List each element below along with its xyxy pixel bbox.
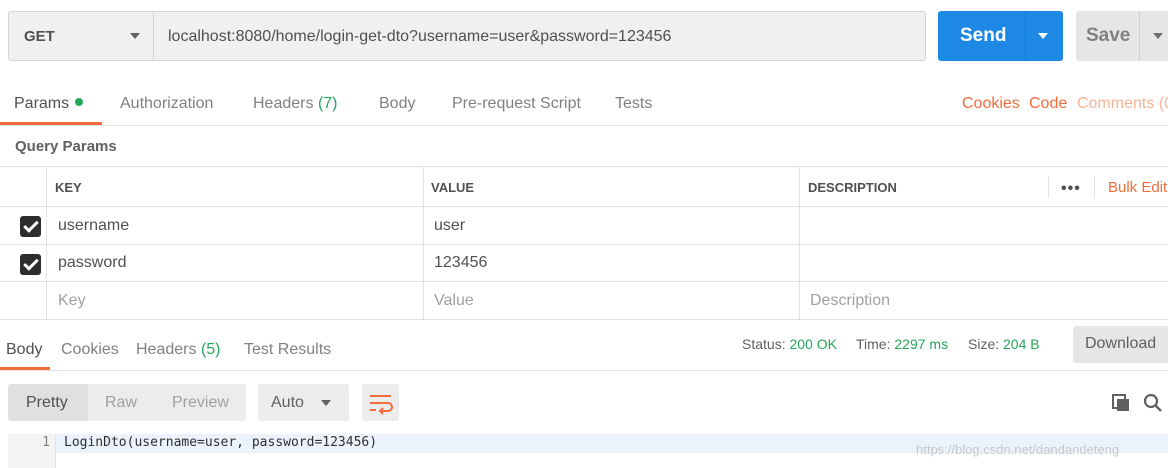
tab-headers-count: (7) bbox=[317, 95, 338, 112]
header-separator bbox=[1048, 176, 1049, 198]
row-checkbox[interactable] bbox=[20, 216, 41, 237]
view-mode-group: Pretty Raw Preview bbox=[8, 384, 246, 421]
copy-icon[interactable] bbox=[1112, 394, 1130, 412]
column-divider bbox=[46, 167, 47, 320]
chevron-down-icon bbox=[130, 33, 140, 39]
param-key[interactable]: password bbox=[58, 254, 126, 272]
response-line: LoginDto(username=user, password=123456) bbox=[64, 435, 378, 450]
row-checkbox[interactable] bbox=[20, 254, 41, 275]
tab-response-body[interactable]: Body bbox=[6, 341, 42, 359]
url-input[interactable]: localhost:8080/home/login-get-dto?userna… bbox=[153, 11, 926, 61]
send-label: Send bbox=[960, 25, 1007, 46]
wrap-lines-button[interactable] bbox=[362, 384, 399, 421]
column-value: VALUE bbox=[431, 180, 475, 195]
column-description: DESCRIPTION bbox=[808, 180, 897, 195]
download-label: Download bbox=[1085, 335, 1157, 352]
format-value: Auto bbox=[271, 394, 304, 411]
tab-body[interactable]: Body bbox=[379, 95, 415, 113]
column-divider bbox=[799, 167, 800, 320]
pretty-button[interactable]: Pretty bbox=[26, 394, 68, 412]
tab-response-headers-count: (5) bbox=[200, 341, 221, 358]
tab-params[interactable]: Params bbox=[14, 95, 84, 113]
time-value: 2297 ms bbox=[894, 336, 949, 352]
size-value: 204 B bbox=[1003, 336, 1040, 352]
method-select[interactable]: GET bbox=[8, 11, 154, 61]
tab-test-results[interactable]: Test Results bbox=[244, 341, 331, 359]
request-bar: GET localhost:8080/home/login-get-dto?us… bbox=[0, 0, 1168, 74]
param-value[interactable]: user bbox=[434, 217, 465, 235]
send-button[interactable]: Send bbox=[938, 11, 1063, 61]
query-params-title: Query Params bbox=[15, 138, 117, 155]
request-tabs: Params Authorization Headers (7) Body Pr… bbox=[0, 84, 1168, 126]
tab-authorization[interactable]: Authorization bbox=[120, 95, 213, 113]
params-active-dot-icon bbox=[75, 98, 84, 106]
save-divider bbox=[1139, 11, 1140, 61]
status-readout: Status: 200 OK bbox=[742, 336, 837, 352]
search-icon[interactable] bbox=[1143, 393, 1163, 413]
param-value[interactable]: 123456 bbox=[434, 254, 487, 272]
tab-headers-label: Headers bbox=[253, 95, 314, 112]
tab-headers[interactable]: Headers (7) bbox=[253, 95, 338, 113]
table-row: username user bbox=[0, 207, 1168, 245]
save-options-chevron-icon[interactable] bbox=[1153, 33, 1163, 39]
new-value-input[interactable]: Value bbox=[434, 292, 474, 310]
wrap-lines-icon bbox=[370, 395, 393, 415]
params-header-row: KEY VALUE DESCRIPTION ••• Bulk Edit bbox=[0, 167, 1168, 207]
time-readout: Time: 2297 ms bbox=[856, 336, 948, 352]
comments-link[interactable]: Comments (0 bbox=[1077, 95, 1168, 113]
watermark: https://blog.csdn.net/dandandeteng bbox=[916, 442, 1120, 457]
new-description-input[interactable]: Description bbox=[810, 292, 890, 310]
cookies-link[interactable]: Cookies bbox=[962, 95, 1020, 113]
save-button[interactable]: Save bbox=[1076, 11, 1168, 61]
code-link[interactable]: Code bbox=[1029, 95, 1067, 113]
send-options-chevron-icon[interactable] bbox=[1038, 33, 1048, 39]
status-label: Status: bbox=[742, 336, 786, 352]
line-gutter: 1 bbox=[8, 434, 56, 468]
time-label: Time: bbox=[856, 336, 891, 352]
line-number: 1 bbox=[42, 435, 50, 450]
table-row-new: Key Value Description bbox=[0, 282, 1168, 320]
size-readout: Size: 204 B bbox=[968, 336, 1040, 352]
table-row: password 123456 bbox=[0, 245, 1168, 282]
active-tab-indicator bbox=[0, 122, 102, 125]
method-value: GET bbox=[24, 28, 55, 45]
url-value: localhost:8080/home/login-get-dto?userna… bbox=[168, 28, 672, 45]
send-divider bbox=[1025, 11, 1026, 61]
new-key-input[interactable]: Key bbox=[58, 292, 86, 310]
param-key[interactable]: username bbox=[58, 217, 129, 235]
size-label: Size: bbox=[968, 336, 1000, 352]
column-key: KEY bbox=[55, 180, 82, 195]
response-tabs: Body Cookies Headers (5) Test Results St… bbox=[0, 326, 1168, 371]
status-value: 200 OK bbox=[789, 336, 837, 352]
chevron-down-icon bbox=[321, 400, 331, 406]
bulk-edit-link[interactable]: Bulk Edit bbox=[1108, 179, 1167, 196]
tab-response-headers[interactable]: Headers (5) bbox=[136, 341, 221, 359]
tab-params-label: Params bbox=[14, 95, 70, 112]
save-label: Save bbox=[1086, 25, 1131, 46]
tab-response-headers-label: Headers bbox=[136, 341, 197, 358]
tab-tests[interactable]: Tests bbox=[615, 95, 652, 113]
raw-button[interactable]: Raw bbox=[105, 394, 137, 412]
download-button[interactable]: Download bbox=[1073, 326, 1168, 363]
tab-prerequest-script[interactable]: Pre-request Script bbox=[452, 95, 581, 113]
preview-button[interactable]: Preview bbox=[172, 394, 229, 412]
column-divider bbox=[423, 167, 424, 320]
active-tab-indicator bbox=[0, 367, 50, 370]
tab-response-cookies[interactable]: Cookies bbox=[61, 341, 119, 359]
more-options-icon[interactable]: ••• bbox=[1061, 180, 1081, 198]
header-separator bbox=[1094, 176, 1095, 198]
params-table: KEY VALUE DESCRIPTION ••• Bulk Edit user… bbox=[0, 166, 1168, 320]
format-select[interactable]: Auto bbox=[258, 384, 349, 421]
